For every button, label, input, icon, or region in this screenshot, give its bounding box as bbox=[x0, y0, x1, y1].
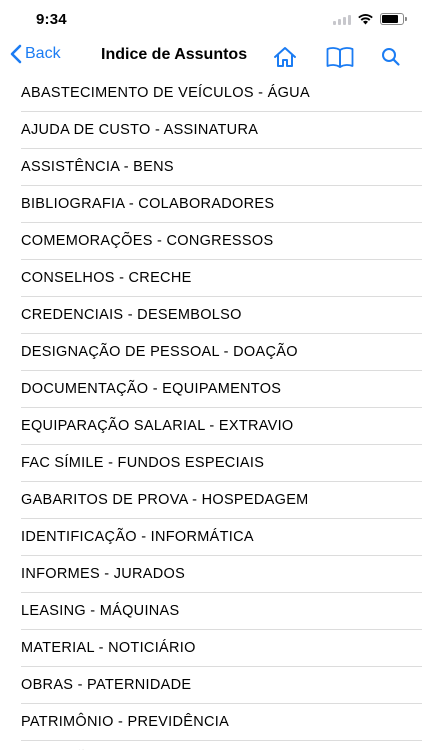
home-icon[interactable] bbox=[272, 44, 298, 70]
chevron-left-icon bbox=[10, 44, 22, 64]
list-item[interactable]: MATERIAL - NOTICIÁRIO bbox=[0, 629, 422, 667]
list-item[interactable]: AJUDA DE CUSTO - ASSINATURA bbox=[0, 111, 422, 149]
list-item[interactable]: ASSISTÊNCIA - BENS bbox=[0, 148, 422, 186]
list-item-label: PATRIMÔNIO - PREVIDÊNCIA bbox=[21, 713, 230, 730]
list-item[interactable]: ABASTECIMENTO DE VEÍCULOS - ÁGUA bbox=[0, 74, 422, 112]
list-item-label: LEASING - MÁQUINAS bbox=[21, 602, 180, 619]
list-item[interactable]: DOCUMENTAÇÃO - EQUIPAMENTOS bbox=[0, 370, 422, 408]
cellular-signal-icon bbox=[333, 14, 351, 25]
navigation-bar: Back Indice de Assuntos bbox=[0, 40, 422, 74]
list-item-label: AJUDA DE CUSTO - ASSINATURA bbox=[21, 121, 259, 138]
list-item[interactable]: IDENTIFICAÇÃO - INFORMÁTICA bbox=[0, 518, 422, 556]
list-item-label: ASSISTÊNCIA - BENS bbox=[21, 158, 174, 175]
page-title: Indice de Assuntos bbox=[101, 46, 248, 63]
list-item[interactable]: CONSELHOS - CRECHE bbox=[0, 259, 422, 297]
battery-icon bbox=[380, 13, 407, 25]
list-item-label: MATERIAL - NOTICIÁRIO bbox=[21, 639, 196, 656]
list-item-label: FAC SÍMILE - FUNDOS ESPECIAIS bbox=[21, 454, 265, 471]
list-item-label: CONSELHOS - CRECHE bbox=[21, 269, 192, 286]
list-item-label: GABARITOS DE PROVA - HOSPEDAGEM bbox=[21, 491, 309, 508]
list-item[interactable]: DESIGNAÇÃO DE PESSOAL - DOAÇÃO bbox=[0, 333, 422, 371]
list-item-label: IDENTIFICAÇÃO - INFORMÁTICA bbox=[21, 528, 254, 545]
back-button[interactable]: Back bbox=[10, 44, 61, 64]
status-bar: 9:34 bbox=[0, 0, 422, 40]
status-time: 9:34 bbox=[36, 11, 67, 28]
list-item-label: CREDENCIAIS - DESEMBOLSO bbox=[21, 306, 242, 323]
list-item[interactable]: OBRAS - PATERNIDADE bbox=[0, 666, 422, 704]
back-label: Back bbox=[25, 45, 61, 62]
list-item-label: EQUIPARAÇÃO SALARIAL - EXTRAVIO bbox=[21, 417, 294, 434]
list-item[interactable]: INFORMES - JURADOS bbox=[0, 555, 422, 593]
list-item[interactable]: PREVISÃO - PUBLICIDADE bbox=[0, 740, 422, 750]
list-item[interactable]: BIBLIOGRAFIA - COLABORADORES bbox=[0, 185, 422, 223]
list-item-label: BIBLIOGRAFIA - COLABORADORES bbox=[21, 195, 275, 212]
list-item[interactable]: EQUIPARAÇÃO SALARIAL - EXTRAVIO bbox=[0, 407, 422, 445]
list-item[interactable]: COMEMORAÇÕES - CONGRESSOS bbox=[0, 222, 422, 260]
list-item[interactable]: GABARITOS DE PROVA - HOSPEDAGEM bbox=[0, 481, 422, 519]
list-item-label: DESIGNAÇÃO DE PESSOAL - DOAÇÃO bbox=[21, 343, 298, 360]
list-item-label: OBRAS - PATERNIDADE bbox=[21, 676, 192, 693]
status-icons bbox=[333, 13, 407, 25]
list-item[interactable]: FAC SÍMILE - FUNDOS ESPECIAIS bbox=[0, 444, 422, 482]
list-item-label: DOCUMENTAÇÃO - EQUIPAMENTOS bbox=[21, 380, 282, 397]
list-item[interactable]: PATRIMÔNIO - PREVIDÊNCIA bbox=[0, 703, 422, 741]
search-icon[interactable] bbox=[380, 44, 402, 70]
list-item[interactable]: LEASING - MÁQUINAS bbox=[0, 592, 422, 630]
wifi-icon bbox=[358, 14, 373, 25]
book-icon[interactable] bbox=[325, 44, 355, 70]
subject-list: ABASTECIMENTO DE VEÍCULOS - ÁGUA AJUDA DE… bbox=[0, 74, 422, 750]
list-item-label: COMEMORAÇÕES - CONGRESSOS bbox=[21, 232, 274, 249]
list-item-label: ABASTECIMENTO DE VEÍCULOS - ÁGUA bbox=[21, 84, 310, 101]
list-item[interactable]: CREDENCIAIS - DESEMBOLSO bbox=[0, 296, 422, 334]
list-item-label: INFORMES - JURADOS bbox=[21, 565, 186, 582]
